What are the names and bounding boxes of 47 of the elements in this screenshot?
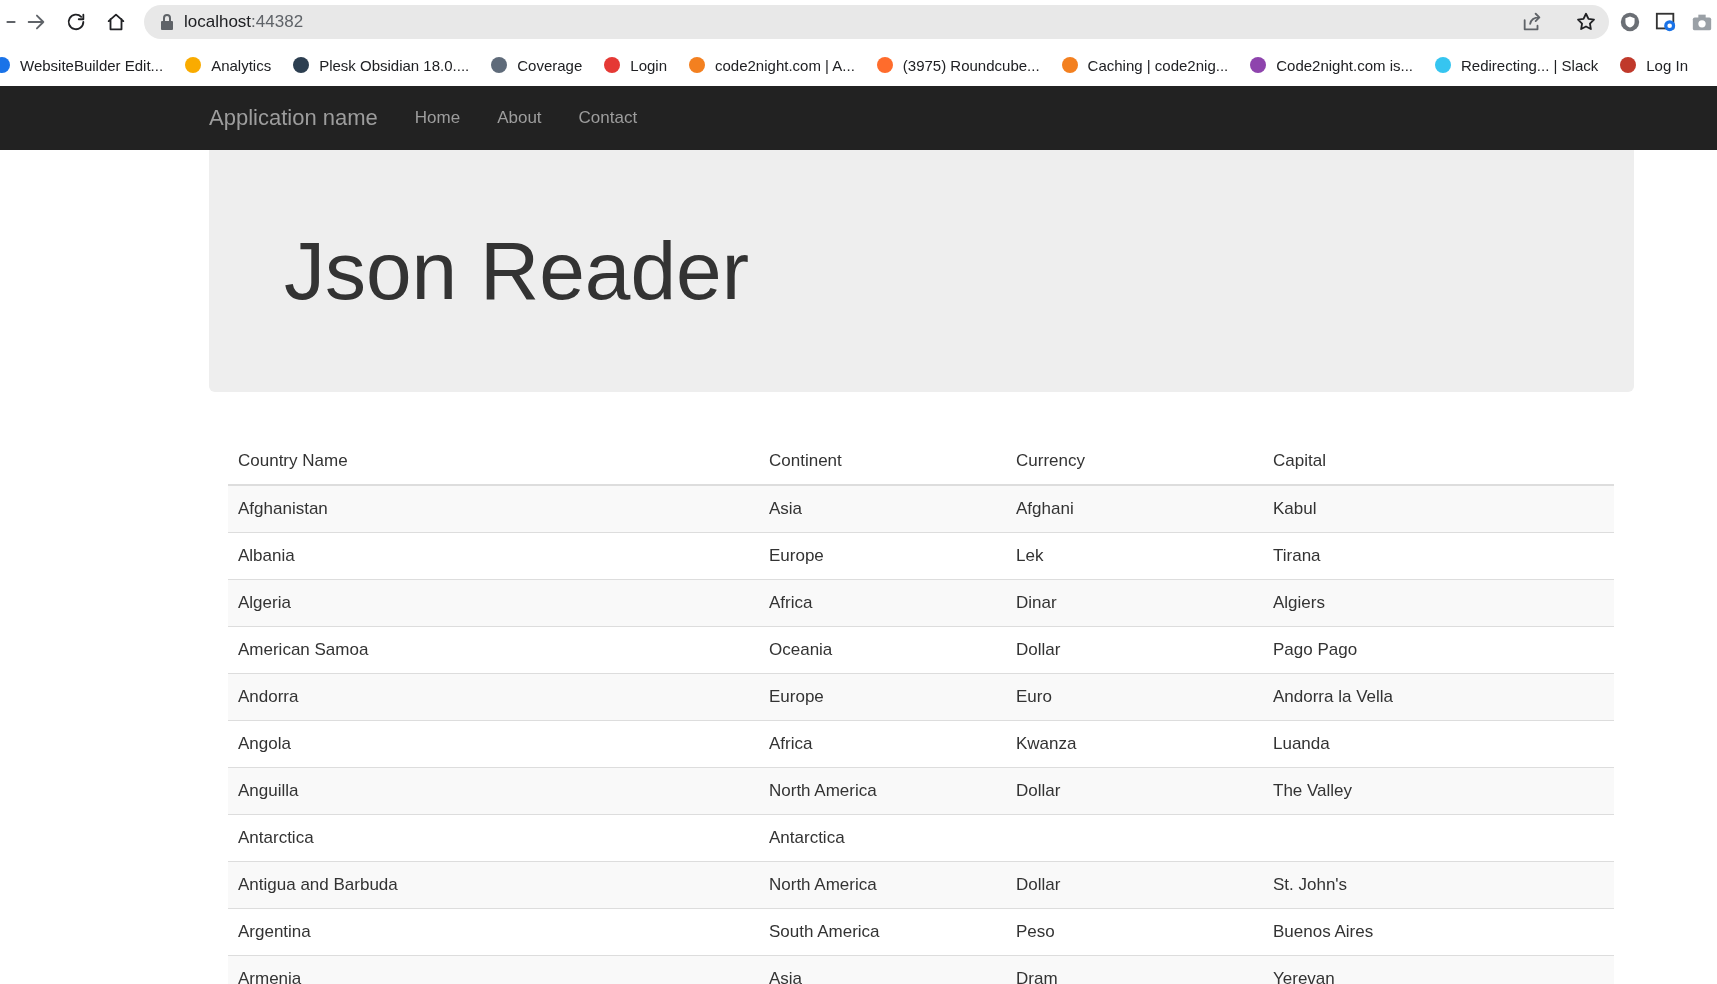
share-icon[interactable]: [1521, 11, 1543, 33]
home-icon[interactable]: [105, 11, 127, 33]
table-cell: Afghanistan: [228, 485, 759, 533]
nav-link[interactable]: About: [497, 108, 542, 128]
bookmark[interactable]: Login: [604, 56, 667, 74]
table-cell: Dram: [1006, 955, 1263, 984]
table-cell: Algiers: [1263, 579, 1614, 627]
table-cell: Dollar: [1006, 767, 1263, 815]
table-cell: Antigua and Barbuda: [228, 861, 759, 909]
table-cell: Andorra la Vella: [1263, 673, 1614, 721]
bookmark[interactable]: Redirecting... | Slack: [1435, 56, 1599, 74]
table-cell: The Valley: [1263, 767, 1614, 815]
table-cell: Algeria: [228, 579, 759, 627]
shield-extension-icon[interactable]: [1619, 11, 1641, 33]
bookmark[interactable]: Coverage: [491, 56, 583, 74]
bookmark[interactable]: Log In: [1620, 56, 1688, 74]
bookmark[interactable]: code2night.com | A...: [689, 56, 855, 74]
table-cell: Asia: [759, 955, 1006, 984]
page-title: Json Reader: [284, 224, 749, 318]
table-cell: Anguilla: [228, 767, 759, 815]
table-cell: Africa: [759, 579, 1006, 627]
table-cell: Euro: [1006, 673, 1263, 721]
table-cell: North America: [759, 767, 1006, 815]
table-cell: Dollar: [1006, 861, 1263, 909]
bookmark[interactable]: Analytics: [185, 56, 272, 74]
bookmark[interactable]: Plesk Obsidian 18.0....: [293, 56, 470, 74]
table-cell: Dinar: [1006, 579, 1263, 627]
nav-link[interactable]: Contact: [578, 108, 638, 128]
table-cell: North America: [759, 861, 1006, 909]
table-cell: Kabul: [1263, 485, 1614, 533]
bookmark[interactable]: (3975) Roundcube...: [876, 56, 1040, 74]
brand-link[interactable]: Application name: [209, 105, 378, 131]
table-cell: St. John's: [1263, 861, 1614, 909]
reload-icon[interactable]: [65, 11, 87, 33]
screen-capture-icon[interactable]: [1655, 11, 1677, 33]
table-cell: Asia: [759, 485, 1006, 533]
bookmark[interactable]: Caching | code2nig...: [1061, 56, 1229, 74]
table-cell: Yerevan: [1263, 955, 1614, 984]
bookmark[interactable]: Code2night.com is...: [1250, 56, 1413, 74]
table-cell: Europe: [759, 673, 1006, 721]
star-icon[interactable]: [1575, 11, 1597, 33]
nav-link[interactable]: Home: [414, 108, 461, 128]
lock-icon[interactable]: [160, 14, 174, 30]
table-cell: Armenia: [228, 955, 759, 984]
table-cell: Afghani: [1006, 485, 1263, 533]
bookmark[interactable]: WebsiteBuilder Edit...: [0, 56, 164, 74]
table-cell: Andorra: [228, 673, 759, 721]
